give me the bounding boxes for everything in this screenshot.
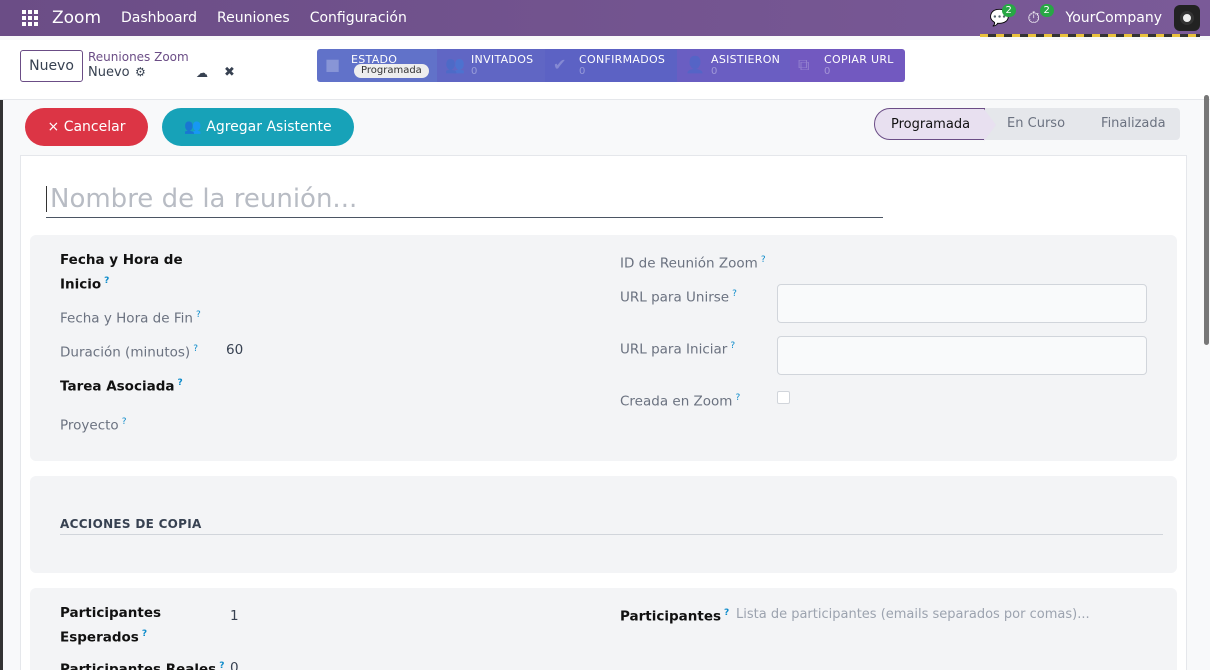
copy-actions-group — [30, 476, 1177, 573]
help-icon[interactable]: ? — [142, 629, 147, 639]
user-check-icon: 👤 — [685, 55, 705, 74]
meeting-name-input[interactable]: Nombre de la reunión... — [46, 180, 883, 218]
stat-value: 0 — [579, 66, 586, 77]
start-date-label: Inicio? — [60, 271, 109, 296]
task-label: Tarea Asociada? — [60, 373, 183, 398]
help-icon[interactable]: ? — [219, 661, 224, 670]
help-icon[interactable]: ? — [193, 344, 198, 354]
stat-estado[interactable]: ■ ESTADO Programada — [317, 49, 437, 82]
copy-section-title: ACCIONES DE COPIA — [60, 517, 202, 531]
stat-label: CONFIRMADOS — [579, 53, 666, 66]
help-icon[interactable]: ? — [724, 608, 729, 618]
actual-value: 0 — [230, 660, 239, 670]
top-navbar: Zoom Dashboard Reuniones Configuración 💬… — [0, 0, 1210, 36]
expected-label-2: Esperados — [60, 629, 139, 646]
control-panel: Nuevo Reuniones Zoom Nuevo ⚙ ☁ ✖ ■ ESTAD… — [0, 40, 1210, 100]
start-date-label-1: Fecha y Hora de — [60, 252, 183, 268]
users-icon: 👥 — [445, 55, 465, 74]
activities-badge: 2 — [1039, 4, 1054, 17]
add-attendee-button[interactable]: 👥 Agregar Asistente — [162, 108, 354, 146]
stat-label: COPIAR URL — [824, 53, 894, 66]
menu-reuniones[interactable]: Reuniones — [217, 10, 290, 26]
new-button[interactable]: Nuevo — [20, 50, 83, 82]
created-label: Creada en Zoom? — [620, 388, 740, 413]
user-avatar[interactable] — [1174, 5, 1200, 31]
stage-programada[interactable]: Programada — [874, 108, 997, 141]
apps-menu-icon[interactable] — [22, 10, 38, 26]
company-switcher[interactable]: YourCompany — [1066, 10, 1163, 26]
help-icon[interactable]: ? — [177, 378, 182, 388]
stat-confirmados[interactable]: ✔ CONFIRMADOS 0 — [545, 49, 677, 82]
breadcrumb-current: Nuevo — [88, 65, 130, 80]
stat-copiar-url[interactable]: ⧉ COPIAR URL 0 — [790, 49, 905, 82]
stage-finalizada[interactable]: Finalizada — [1079, 108, 1180, 140]
start-url-field[interactable] — [777, 336, 1147, 375]
stat-asistieron[interactable]: 👤 ASISTIERON 0 — [677, 49, 790, 82]
help-icon[interactable]: ? — [122, 417, 127, 427]
participants-label: Participantes? — [620, 603, 729, 628]
meeting-id-text: ID de Reunión Zoom — [620, 255, 758, 272]
start-url-label: URL para Iniciar? — [620, 336, 735, 361]
help-icon[interactable]: ? — [732, 289, 737, 299]
discard-icon[interactable]: ✖ — [224, 65, 235, 80]
join-url-field[interactable] — [777, 284, 1147, 323]
window-edge — [0, 40, 3, 670]
expected-value[interactable]: 1 — [230, 608, 239, 624]
activities-icon[interactable]: ⏱ 2 — [1028, 4, 1054, 27]
stage-en-curso[interactable]: En Curso — [985, 108, 1092, 140]
stat-invitados[interactable]: 👥 INVITADOS 0 — [437, 49, 545, 82]
video-icon: ■ — [325, 55, 341, 74]
messages-icon[interactable]: 💬 2 — [990, 4, 1016, 27]
save-cloud-icon[interactable]: ☁ — [196, 66, 208, 80]
expected-label: Esperados? — [60, 624, 147, 649]
expected-label-1: Participantes — [60, 605, 162, 621]
participants-text: Participantes — [620, 608, 722, 625]
breadcrumb-parent[interactable]: Reuniones Zoom — [88, 50, 189, 64]
start-url-text: URL para Iniciar — [620, 341, 728, 358]
help-icon[interactable]: ? — [730, 341, 735, 351]
created-in-zoom-checkbox[interactable] — [777, 391, 790, 404]
end-date-text: Fecha y Hora de Fin — [60, 310, 193, 327]
help-icon[interactable]: ? — [196, 310, 201, 320]
help-icon[interactable]: ? — [761, 255, 766, 265]
duration-value[interactable]: 60 — [226, 342, 243, 358]
status-pipeline: Programada En Curso Finalizada — [874, 108, 1180, 141]
project-label: Proyecto? — [60, 412, 126, 437]
gear-icon[interactable]: ⚙ — [135, 65, 146, 79]
duration-label: Duración (minutos)? — [60, 339, 198, 364]
created-text: Creada en Zoom — [620, 393, 733, 410]
status-badge: Programada — [354, 64, 429, 78]
participants-input[interactable]: Lista de participantes (emails separados… — [736, 607, 1090, 622]
actual-text: Participantes Reales — [60, 661, 217, 670]
stat-label: ASISTIERON — [711, 53, 781, 66]
messages-badge: 2 — [1001, 4, 1016, 17]
task-text: Tarea Asociada — [60, 378, 175, 395]
end-date-label: Fecha y Hora de Fin? — [60, 305, 201, 330]
cancel-button[interactable]: × Cancelar — [25, 108, 148, 146]
start-date-label-2: Inicio — [60, 276, 102, 293]
section-divider — [60, 534, 1163, 535]
join-url-label: URL para Unirse? — [620, 284, 737, 309]
duration-text: Duración (minutos) — [60, 344, 191, 361]
meeting-id-label: ID de Reunión Zoom? — [620, 250, 766, 275]
menu-configuracion[interactable]: Configuración — [310, 10, 407, 26]
stat-label: INVITADOS — [471, 53, 534, 66]
stat-value: 0 — [824, 66, 831, 77]
app-name[interactable]: Zoom — [52, 8, 101, 28]
check-circle-icon: ✔ — [553, 55, 567, 74]
help-icon[interactable]: ? — [735, 393, 740, 403]
stat-value: 0 — [711, 66, 718, 77]
help-icon[interactable]: ? — [104, 276, 109, 286]
stat-value: 0 — [471, 66, 478, 77]
scrollbar[interactable] — [1204, 95, 1209, 345]
project-text: Proyecto — [60, 417, 119, 434]
menu-dashboard[interactable]: Dashboard — [121, 10, 197, 26]
copy-icon: ⧉ — [798, 55, 810, 74]
debug-stripe — [980, 34, 1200, 37]
stat-buttons: ■ ESTADO Programada 👥 INVITADOS 0 ✔ CONF… — [317, 49, 905, 82]
actual-label: Participantes Reales? — [60, 656, 224, 670]
join-url-text: URL para Unirse — [620, 289, 730, 306]
